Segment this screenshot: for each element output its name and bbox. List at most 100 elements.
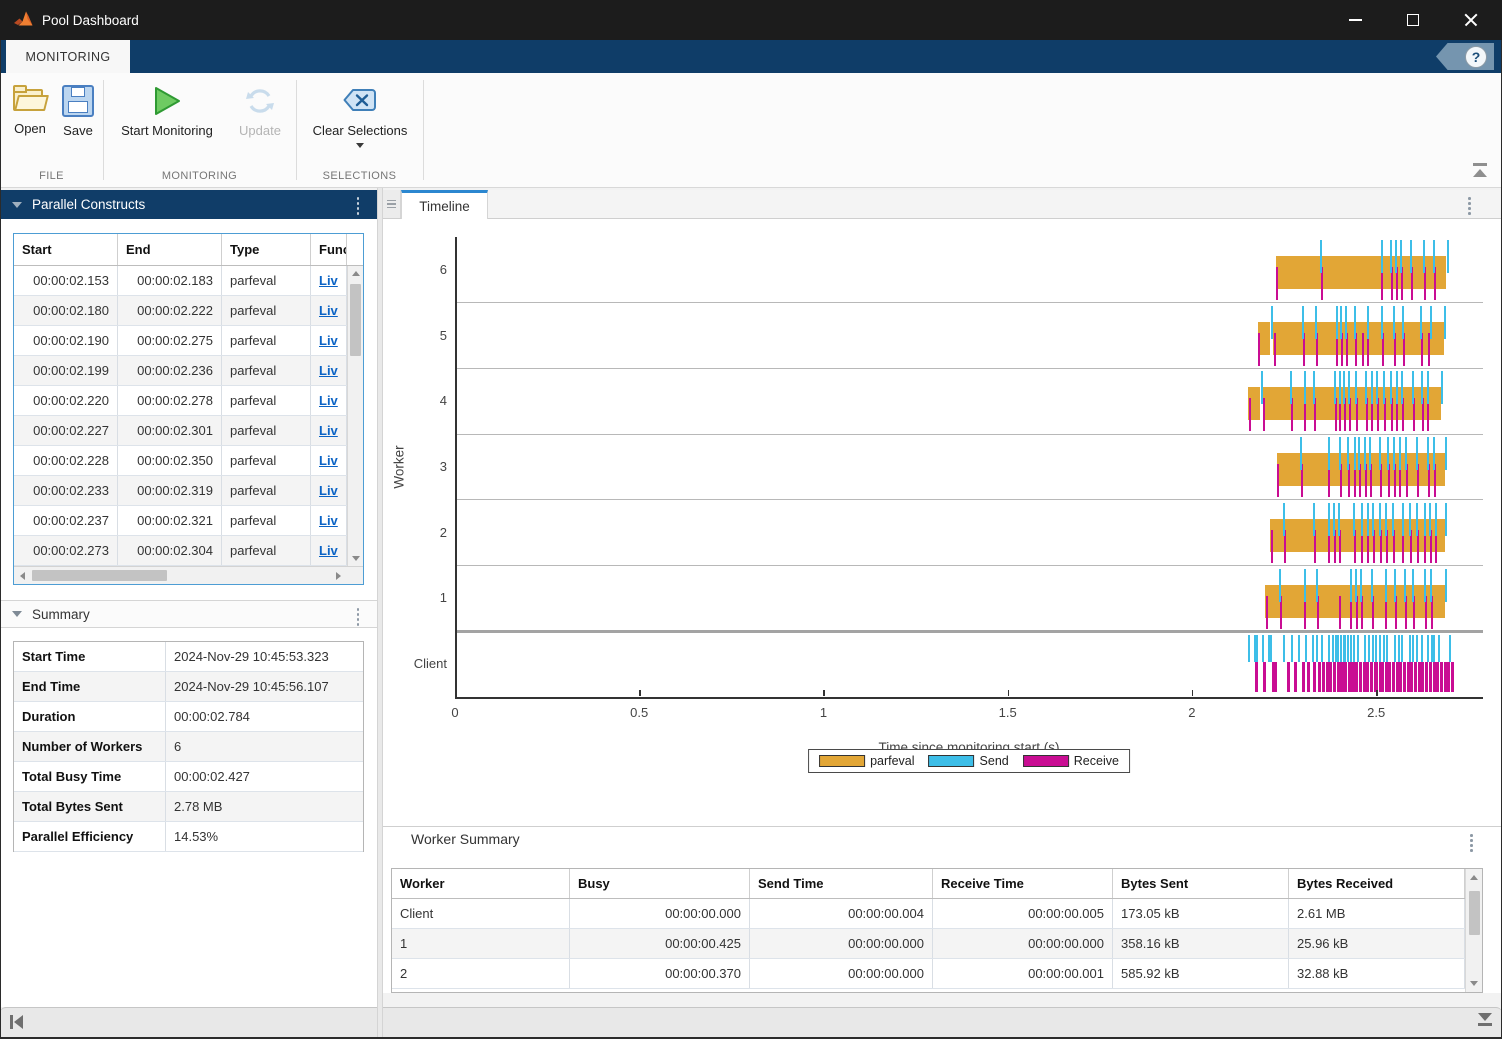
function-link-cell[interactable]: Liv [311, 446, 347, 475]
receive-tick[interactable] [1350, 662, 1353, 692]
send-tick[interactable] [1445, 503, 1447, 536]
receive-tick[interactable] [1294, 662, 1297, 692]
send-tick[interactable] [1336, 306, 1338, 339]
tab-monitoring[interactable]: MONITORING [6, 40, 130, 73]
send-tick[interactable] [1355, 569, 1357, 602]
send-tick[interactable] [1412, 635, 1414, 662]
table-row[interactable]: 00:00:02.22000:00:02.278parfevalLiv [14, 386, 363, 416]
receive-tick[interactable] [1444, 662, 1447, 692]
receive-tick[interactable] [1421, 662, 1424, 692]
receive-tick[interactable] [1375, 662, 1378, 692]
send-tick[interactable] [1420, 306, 1422, 339]
receive-tick[interactable] [1274, 333, 1276, 366]
table-row[interactable]: 00:00:02.22700:00:02.301parfevalLiv [14, 416, 363, 446]
function-link-cell[interactable]: Liv [311, 326, 347, 355]
send-tick[interactable] [1398, 635, 1400, 662]
send-tick[interactable] [1429, 503, 1431, 536]
column-header-busy[interactable]: Busy [570, 869, 750, 898]
column-header-start[interactable]: Start [14, 234, 118, 265]
send-tick[interactable] [1433, 635, 1435, 662]
receive-tick[interactable] [1370, 662, 1373, 692]
send-tick[interactable] [1316, 569, 1318, 602]
send-tick[interactable] [1423, 240, 1425, 273]
triangle-up-icon[interactable] [1470, 875, 1478, 880]
receive-tick[interactable] [1274, 662, 1277, 692]
collapse-triangle-icon[interactable] [12, 202, 22, 208]
send-tick[interactable] [1424, 569, 1426, 602]
function-link-cell[interactable]: Liv [311, 506, 347, 535]
parfeval-bar[interactable] [1276, 256, 1447, 289]
column-header-type[interactable]: Type [222, 234, 311, 265]
send-tick[interactable] [1409, 635, 1411, 662]
send-tick[interactable] [1427, 635, 1429, 662]
parallel-constructs-table[interactable]: StartEndTypeFunction00:00:02.15300:00:02… [13, 233, 364, 585]
send-tick[interactable] [1354, 437, 1356, 470]
receive-tick[interactable] [1258, 333, 1260, 366]
receive-tick[interactable] [1418, 662, 1421, 692]
function-link[interactable]: Liv [319, 423, 338, 438]
send-tick[interactable] [1421, 371, 1423, 404]
panel-menu-icon[interactable] [357, 608, 360, 626]
help-button[interactable]: ? [1436, 43, 1494, 70]
send-tick[interactable] [1283, 503, 1285, 536]
send-tick[interactable] [1447, 240, 1449, 273]
function-link-cell[interactable]: Liv [311, 296, 347, 325]
send-tick[interactable] [1364, 635, 1366, 662]
column-header-end[interactable]: End [118, 234, 222, 265]
receive-tick[interactable] [1329, 662, 1332, 692]
send-tick[interactable] [1365, 371, 1367, 404]
send-tick[interactable] [1270, 635, 1272, 662]
send-tick[interactable] [1360, 569, 1362, 602]
send-tick[interactable] [1350, 635, 1352, 662]
close-button[interactable] [1448, 0, 1494, 40]
send-tick[interactable] [1361, 503, 1363, 536]
send-tick[interactable] [1355, 371, 1357, 404]
receive-tick[interactable] [1366, 662, 1369, 692]
summary-panel-header[interactable]: Summary [0, 600, 377, 628]
send-tick[interactable] [1358, 437, 1360, 470]
tab-timeline[interactable]: Timeline [401, 190, 488, 219]
send-tick[interactable] [1386, 635, 1388, 662]
send-tick[interactable] [1347, 635, 1349, 662]
send-tick[interactable] [1302, 306, 1304, 339]
send-tick[interactable] [1427, 371, 1429, 404]
receive-tick[interactable] [1337, 662, 1340, 692]
send-tick[interactable] [1416, 437, 1418, 470]
triangle-up-icon[interactable] [352, 271, 360, 276]
send-tick[interactable] [1385, 569, 1387, 602]
send-tick[interactable] [1393, 437, 1395, 470]
send-tick[interactable] [1441, 371, 1443, 404]
send-tick[interactable] [1371, 569, 1373, 602]
send-tick[interactable] [1379, 503, 1381, 536]
send-tick[interactable] [1312, 635, 1314, 662]
start-monitoring-button[interactable]: Start Monitoring [112, 85, 222, 138]
function-link-cell[interactable]: Liv [311, 536, 347, 565]
send-tick[interactable] [1433, 437, 1435, 470]
send-tick[interactable] [1283, 635, 1285, 662]
function-link[interactable]: Liv [319, 363, 338, 378]
send-tick[interactable] [1320, 240, 1322, 273]
send-tick[interactable] [1402, 306, 1404, 339]
send-tick[interactable] [1379, 635, 1381, 662]
table-row[interactable]: 00:00:02.27300:00:02.304parfevalLiv [14, 536, 363, 566]
column-header-worker[interactable]: Worker [392, 869, 570, 898]
send-tick[interactable] [1343, 371, 1345, 404]
send-tick[interactable] [1298, 635, 1300, 662]
table-row[interactable]: 100:00:00.42500:00:00.00000:00:00.000358… [392, 929, 1482, 959]
function-link[interactable]: Liv [319, 273, 338, 288]
receive-tick[interactable] [1433, 662, 1436, 692]
scrollbar-thumb[interactable] [32, 570, 167, 581]
send-tick[interactable] [1424, 503, 1426, 536]
panel-menu-icon[interactable] [357, 197, 360, 215]
function-link-cell[interactable]: Liv [311, 386, 347, 415]
send-tick[interactable] [1396, 371, 1398, 404]
function-link[interactable]: Liv [319, 513, 338, 528]
receive-tick[interactable] [1385, 662, 1388, 692]
receive-tick[interactable] [1266, 596, 1268, 629]
receive-tick[interactable] [1271, 530, 1273, 563]
receive-tick[interactable] [1302, 662, 1305, 692]
send-tick[interactable] [1390, 240, 1392, 273]
send-tick[interactable] [1321, 635, 1323, 662]
tab-grip-icon[interactable] [383, 190, 401, 218]
receive-tick[interactable] [1407, 662, 1410, 692]
